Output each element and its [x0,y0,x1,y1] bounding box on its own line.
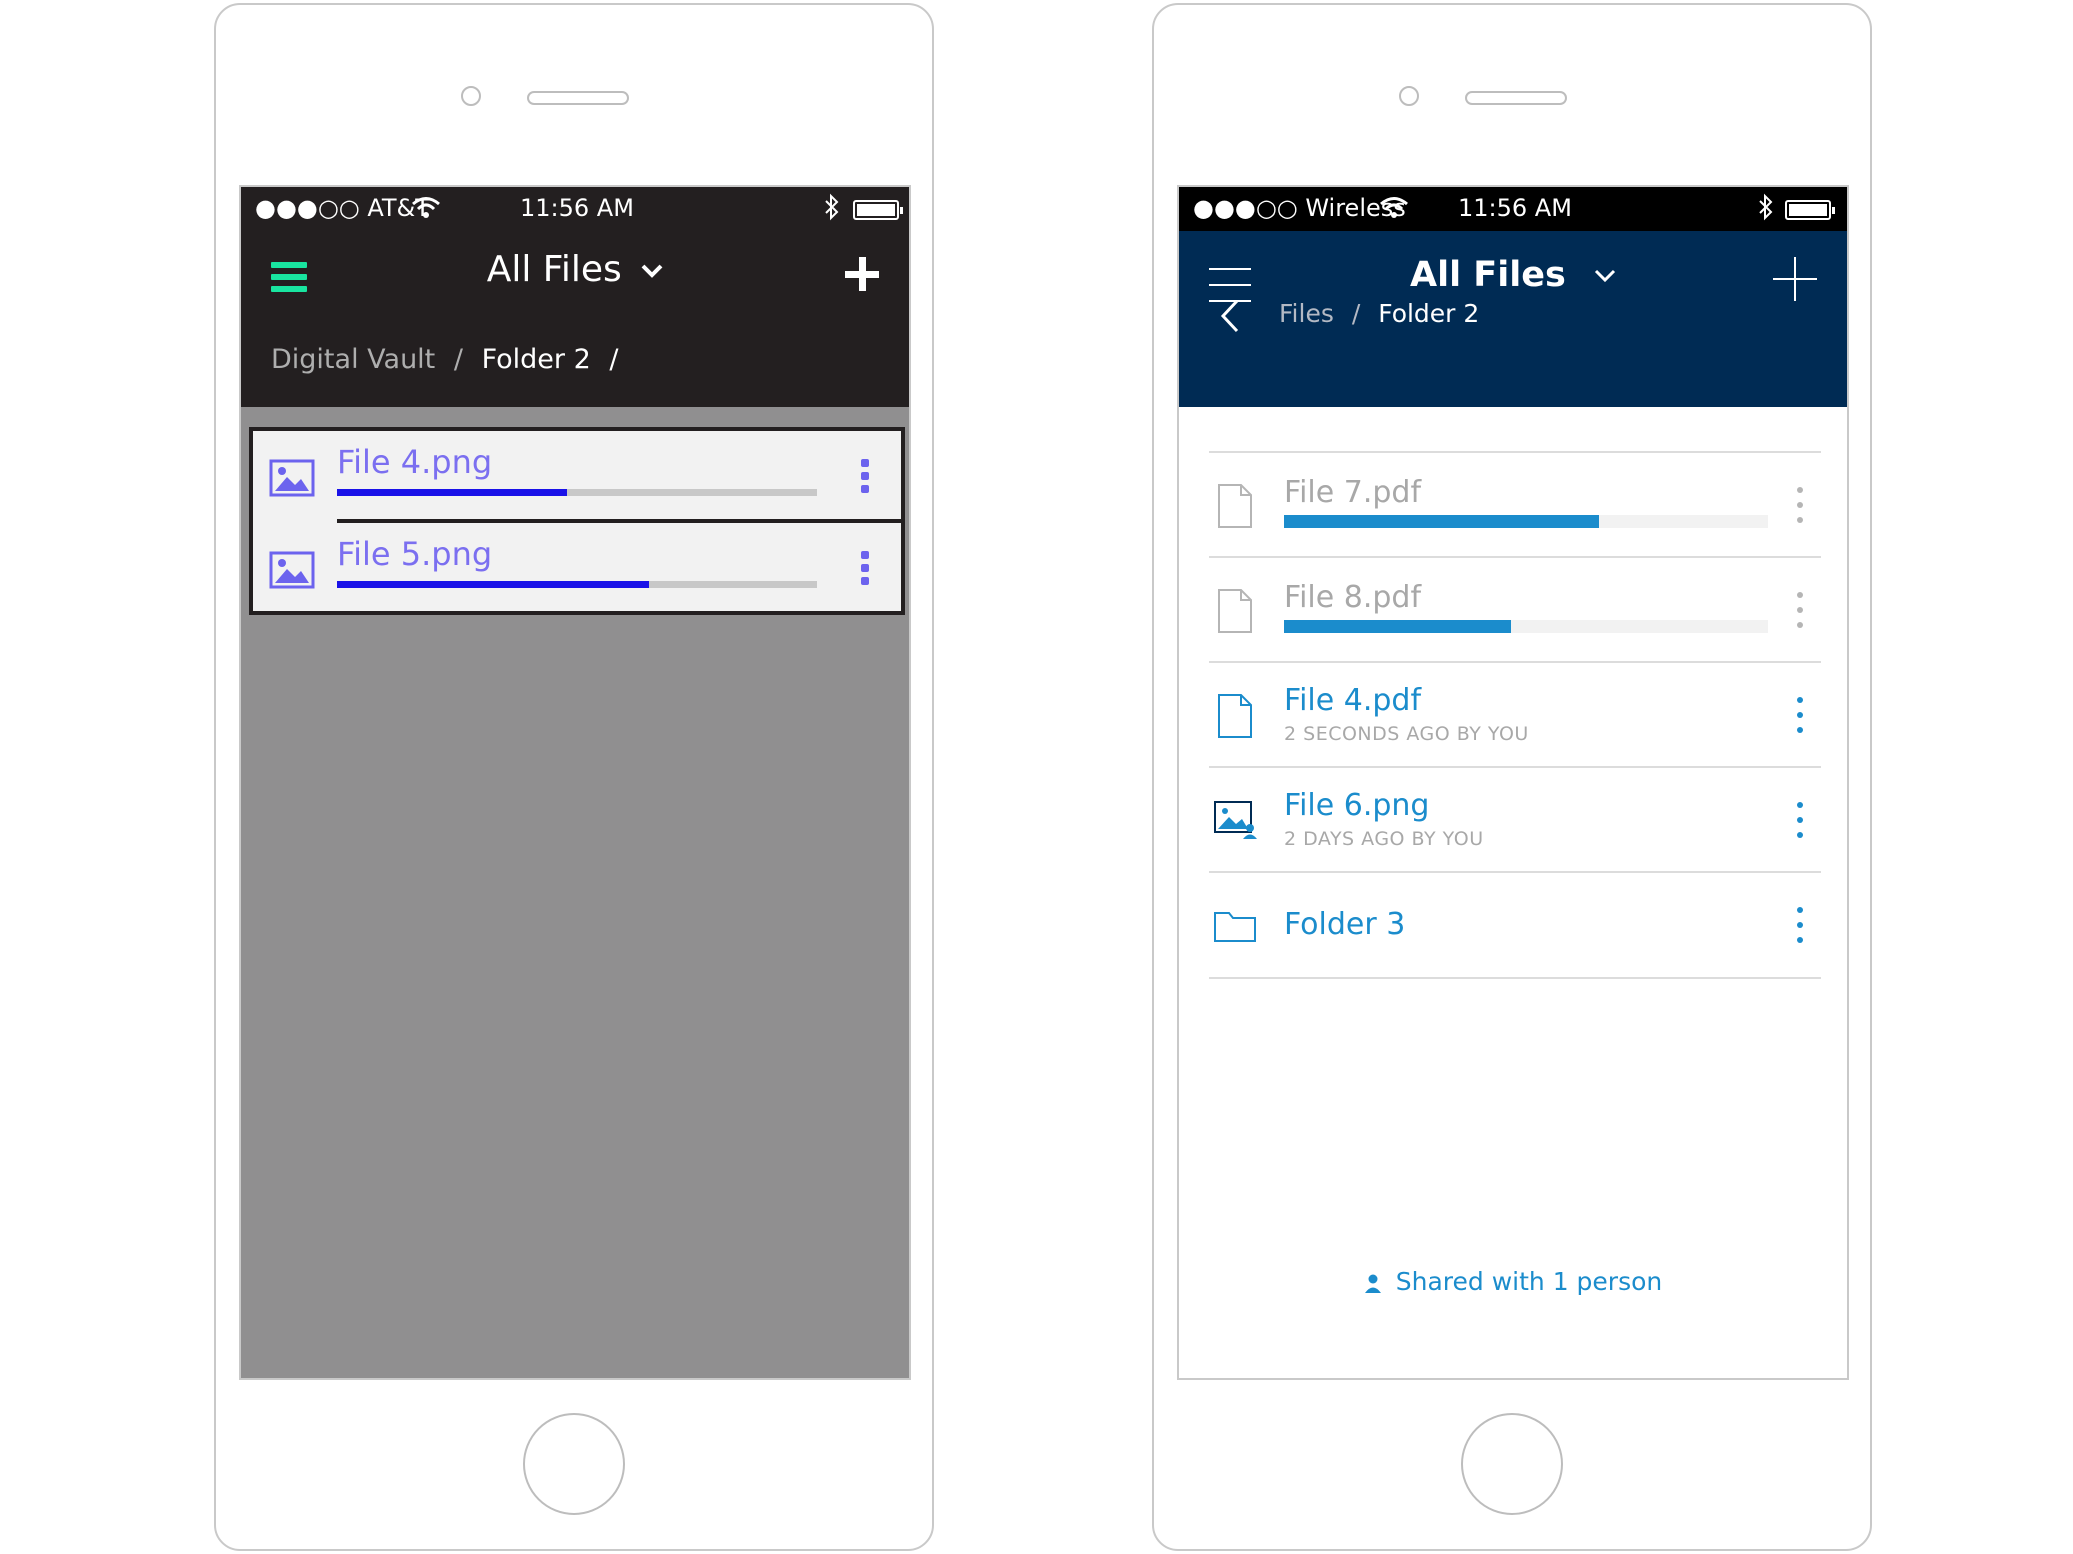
more-options-icon[interactable] [1797,592,1805,632]
breadcrumb-trail: / [609,344,619,375]
more-options-icon[interactable] [1797,697,1805,737]
status-time: 11:56 AM [1458,194,1572,222]
upload-item[interactable]: File 4.png [253,431,901,523]
person-icon [1364,1274,1381,1293]
bluetooth-icon [825,193,839,221]
add-icon[interactable] [845,257,879,291]
page-title-label: All Files [486,249,622,290]
folder-icon [1214,912,1256,942]
header-bar: All Files Files / Folder 2 [1179,231,1847,407]
file-meta: 2 DAYS AGO BY YOU [1284,828,1484,850]
breadcrumb-current: Folder 2 [1378,299,1480,328]
file-row-uploading[interactable]: File 8.pdf [1209,556,1821,662]
status-bar: ●●●○○ AT&T 11:56 AM [241,187,909,231]
page-title-label: All Files [1410,255,1566,295]
upload-progress-bar [1284,620,1768,633]
status-time: 11:56 AM [520,194,634,222]
file-name: File 4.pdf [1284,683,1422,718]
image-file-icon [269,551,315,589]
carrier-label: ●●●○○ Wireless [1193,194,1406,222]
upload-progress-bar [337,489,817,496]
upload-progress-fill [1284,515,1599,528]
breadcrumb: Digital Vault / Folder 2 / [271,344,618,375]
upload-list: File 4.png File 5.png [249,427,905,615]
header-bar: ●●●○○ AT&T 11:56 AM All Files Digital Va… [241,187,909,407]
image-file-icon [269,459,315,497]
folder-name: Folder 3 [1284,907,1406,942]
more-options-icon[interactable] [1797,907,1805,947]
folder-row[interactable]: Folder 3 [1209,871,1821,979]
file-meta: 2 SECONDS AGO BY YOU [1284,723,1529,745]
phone-frame-left: ●●●○○ AT&T 11:56 AM All Files Digital Va… [214,3,934,1551]
file-row[interactable]: File 6.png 2 DAYS AGO BY YOU [1209,766,1821,872]
file-name: File 6.png [1284,788,1430,823]
document-icon [1218,484,1252,528]
chevron-down-icon [641,264,663,278]
speaker-slot [527,91,629,105]
bluetooth-icon [1759,193,1773,221]
document-icon [1218,589,1252,633]
upload-item[interactable]: File 5.png [253,523,901,615]
breadcrumb: Files / Folder 2 [1279,299,1479,328]
camera-dot [1399,86,1419,106]
more-options-icon[interactable] [861,551,871,585]
status-bar: ●●●○○ Wireless 11:56 AM [1179,187,1847,231]
upload-progress-bar [337,581,817,588]
home-button[interactable] [1461,1413,1563,1515]
file-row[interactable]: File 4.pdf 2 SECONDS AGO BY YOU [1209,661,1821,767]
chevron-down-icon [1594,269,1616,283]
phone-frame-right: ●●●○○ Wireless 11:56 AM All Files Files … [1152,3,1872,1551]
upload-file-name: File 5.png [337,535,493,573]
file-name: File 8.pdf [1284,580,1422,615]
wifi-icon [1380,197,1408,218]
wifi-icon [412,197,440,218]
breadcrumb-current: Folder 2 [481,344,591,375]
upload-progress-fill [337,489,568,496]
speaker-slot [1465,91,1567,105]
carrier-label: ●●●○○ AT&T [255,194,430,222]
more-options-icon[interactable] [1797,487,1805,527]
document-icon [1218,694,1252,738]
upload-progress-fill [1284,620,1512,633]
shared-image-icon [1214,801,1257,839]
screen-right: ●●●○○ Wireless 11:56 AM All Files Files … [1177,185,1849,1380]
home-button[interactable] [523,1413,625,1515]
battery-icon [1785,200,1835,220]
breadcrumb-root[interactable]: Digital Vault [271,344,435,375]
back-chevron-icon[interactable] [1217,299,1243,333]
upload-progress-fill [337,581,649,588]
upload-file-name: File 4.png [337,443,493,481]
breadcrumb-separator: / [1351,299,1361,328]
battery-icon [853,200,903,220]
breadcrumb-root[interactable]: Files [1279,299,1334,328]
more-options-icon[interactable] [1797,802,1805,842]
file-row-uploading[interactable]: File 7.pdf [1209,451,1821,557]
shared-with-label: Shared with 1 person [1395,1267,1663,1296]
more-options-icon[interactable] [861,459,871,493]
upload-progress-bar [1284,515,1768,528]
page-title[interactable]: All Files [1179,255,1847,295]
page-title[interactable]: All Files [241,249,909,290]
camera-dot [461,86,481,106]
screen-left: ●●●○○ AT&T 11:56 AM All Files Digital Va… [239,185,911,1380]
file-name: File 7.pdf [1284,475,1422,510]
add-icon[interactable] [1773,257,1817,301]
shared-with-link[interactable]: Shared with 1 person [1179,1267,1847,1296]
breadcrumb-separator: / [453,344,463,375]
